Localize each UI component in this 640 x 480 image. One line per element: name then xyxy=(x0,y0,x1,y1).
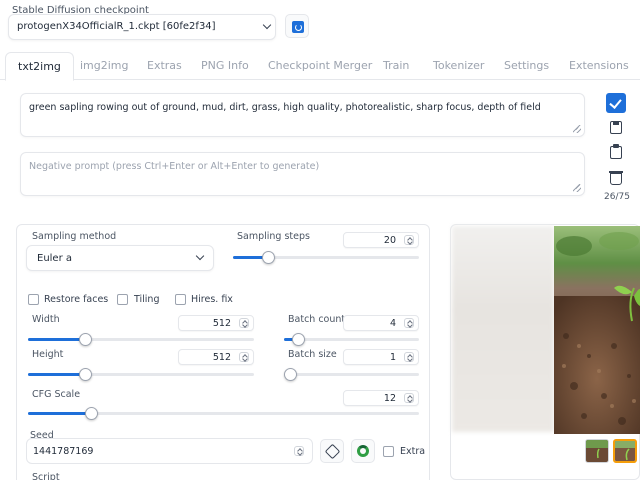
sampling-method-value: Euler a xyxy=(37,253,73,264)
negative-prompt-input[interactable]: Negative prompt (press Ctrl+Enter or Alt… xyxy=(20,152,585,196)
refresh-checkpoints-button[interactable] xyxy=(285,14,309,38)
restore-faces-checkbox[interactable] xyxy=(28,294,39,305)
tab-train[interactable]: Train xyxy=(383,52,409,81)
slider-thumb[interactable] xyxy=(79,333,92,346)
cfg-scale-slider[interactable] xyxy=(28,407,419,420)
slider-thumb[interactable] xyxy=(292,333,305,346)
slider-fill xyxy=(28,373,85,376)
width-input[interactable]: 512 xyxy=(178,315,254,331)
width-label: Width xyxy=(32,314,60,325)
resize-handle-icon[interactable] xyxy=(573,125,581,133)
prompt-text: green sapling rowing out of ground, mud,… xyxy=(29,102,541,113)
clipboard-clip xyxy=(613,144,619,148)
spinner-icon[interactable] xyxy=(404,393,414,403)
batch-count-slider[interactable] xyxy=(284,333,419,346)
recycle-icon xyxy=(357,445,369,457)
save-icon-slot xyxy=(613,122,619,125)
seed-value: 1441787169 xyxy=(33,446,94,457)
cfg-scale-input[interactable]: 12 xyxy=(343,390,419,406)
dice-icon xyxy=(324,443,340,460)
apply-style-button[interactable] xyxy=(606,93,626,113)
tab-extensions[interactable]: Extensions xyxy=(569,52,629,81)
tab-extras[interactable]: Extras xyxy=(147,52,182,81)
seed-input[interactable]: 1441787169 xyxy=(26,438,313,464)
slider-thumb[interactable] xyxy=(79,368,92,381)
spinner-icon[interactable] xyxy=(239,318,249,328)
paste-button[interactable] xyxy=(606,143,626,163)
tab-tokenizer[interactable]: Tokenizer xyxy=(433,52,484,81)
random-seed-button[interactable] xyxy=(320,439,344,463)
height-label: Height xyxy=(32,349,64,360)
trash-lid xyxy=(609,171,623,173)
tiling-checkbox[interactable] xyxy=(117,294,128,305)
batch-count-input[interactable]: 4 xyxy=(343,315,419,331)
slider-fill xyxy=(28,338,85,341)
sampling-method-dropdown[interactable]: Euler a xyxy=(26,245,214,271)
thumbnail-art xyxy=(586,440,608,462)
cfg-scale-value: 12 xyxy=(383,393,396,404)
tab-png-info[interactable]: PNG Info xyxy=(201,52,249,81)
batch-size-label: Batch size xyxy=(288,349,337,360)
checkpoint-value: protogenX34OfficialR_1.ckpt [60fe2f34] xyxy=(17,21,216,32)
gallery-thumbnail-selected[interactable] xyxy=(613,439,637,463)
refresh-icon xyxy=(292,21,304,33)
checkpoint-dropdown[interactable]: protogenX34OfficialR_1.ckpt [60fe2f34] xyxy=(8,14,276,40)
tab-img2img[interactable]: img2img xyxy=(80,52,129,81)
chevron-down-icon xyxy=(262,20,272,30)
chevron-down-icon xyxy=(195,251,205,261)
spinner-icon[interactable] xyxy=(239,352,249,362)
spinner-icon[interactable] xyxy=(404,352,414,362)
batch-size-slider[interactable] xyxy=(284,368,419,381)
cfg-scale-label: CFG Scale xyxy=(32,389,81,400)
sampling-steps-value: 20 xyxy=(383,235,396,246)
gallery-thumbnail[interactable] xyxy=(585,439,609,463)
spinner-icon[interactable] xyxy=(404,235,414,245)
clear-prompt-button[interactable] xyxy=(606,168,626,188)
height-slider[interactable] xyxy=(28,368,254,381)
extra-seed-checkbox[interactable] xyxy=(383,446,394,457)
tab-txt2img[interactable]: txt2img xyxy=(5,52,74,81)
sampling-steps-label: Sampling steps xyxy=(237,231,310,242)
width-value: 512 xyxy=(212,318,231,329)
width-slider[interactable] xyxy=(28,333,254,346)
batch-count-label: Batch count xyxy=(288,314,346,325)
height-value: 512 xyxy=(212,352,231,363)
negative-prompt-placeholder: Negative prompt (press Ctrl+Enter or Alt… xyxy=(29,161,320,172)
tab-settings[interactable]: Settings xyxy=(504,52,549,81)
extra-seed-label: Extra xyxy=(400,446,426,457)
spinner-icon[interactable] xyxy=(404,318,414,328)
blurred-preview-image xyxy=(452,226,554,432)
slider-thumb[interactable] xyxy=(284,368,297,381)
thumbnail-art xyxy=(615,441,635,461)
token-counter: 26/75 xyxy=(604,192,630,202)
trash-icon xyxy=(610,173,622,185)
resize-handle-icon[interactable] xyxy=(573,184,581,192)
hires-fix-label: Hires. fix xyxy=(191,294,233,305)
sampling-steps-input[interactable]: 20 xyxy=(343,232,419,248)
script-label: Script xyxy=(32,472,60,480)
slider-fill xyxy=(28,412,91,415)
hires-fix-checkbox[interactable] xyxy=(175,294,186,305)
restore-faces-label: Restore faces xyxy=(44,294,109,305)
prompt-input[interactable]: green sapling rowing out of ground, mud,… xyxy=(20,93,585,137)
sampling-method-label: Sampling method xyxy=(32,231,117,242)
sapling-image-art xyxy=(554,226,640,434)
save-style-button[interactable] xyxy=(606,118,626,138)
tab-checkpoint-merger[interactable]: Checkpoint Merger xyxy=(268,52,372,81)
spinner-icon[interactable] xyxy=(294,446,304,456)
reuse-seed-button[interactable] xyxy=(351,439,375,463)
tiling-label: Tiling xyxy=(134,294,160,305)
generated-image[interactable] xyxy=(554,226,640,434)
sampling-steps-slider[interactable] xyxy=(233,251,419,264)
slider-thumb[interactable] xyxy=(85,407,98,420)
batch-count-value: 4 xyxy=(389,318,396,329)
height-input[interactable]: 512 xyxy=(178,349,254,365)
slider-thumb[interactable] xyxy=(262,251,275,264)
batch-size-value: 1 xyxy=(389,352,396,363)
batch-size-input[interactable]: 1 xyxy=(343,349,419,365)
